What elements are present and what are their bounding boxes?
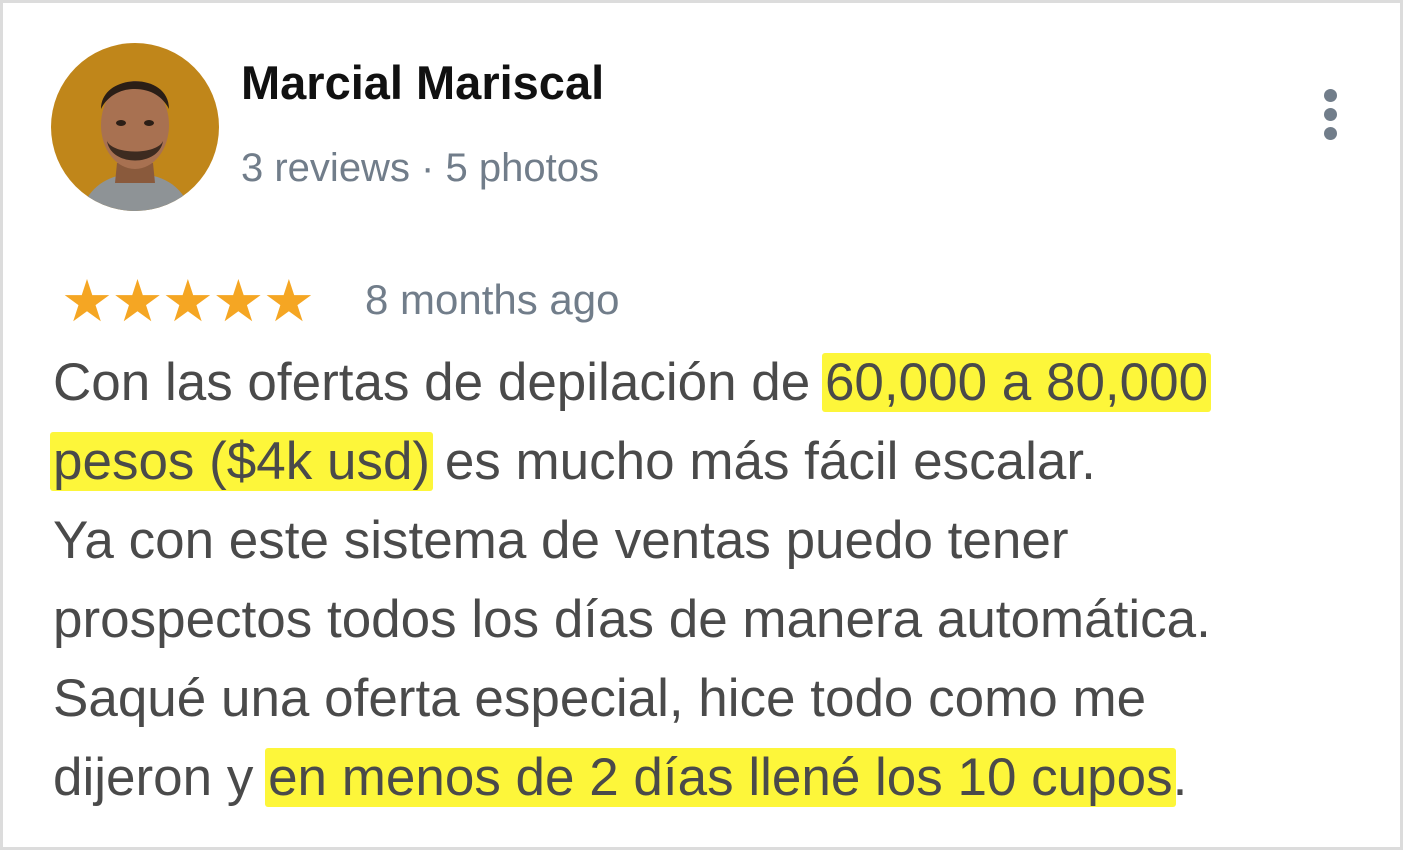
more-vertical-icon-dot xyxy=(1324,108,1337,121)
highlighted-text: 60,000 a 80,000 xyxy=(821,353,1212,412)
review-line: dijeron y en menos de 2 días llené los 1… xyxy=(53,738,1373,817)
highlighted-text: en menos de 2 días llené los 10 cupos xyxy=(265,748,1176,807)
review-text-segment: . xyxy=(1172,748,1188,807)
more-vertical-icon-dot xyxy=(1324,127,1337,140)
star-icon: ★ xyxy=(111,267,164,335)
highlighted-text: pesos ($4k usd) xyxy=(50,432,434,491)
star-icon: ★ xyxy=(161,267,214,335)
star-icon: ★ xyxy=(61,267,113,335)
review-line: Ya con este sistema de ventas puedo tene… xyxy=(53,511,1069,570)
review-text: Con las ofertas de depilación de 60,000 … xyxy=(50,343,1373,817)
review-text-segment: dijeron y xyxy=(53,748,269,807)
reviewer-meta[interactable]: 3 reviews · 5 photos xyxy=(241,148,599,188)
more-options-button[interactable] xyxy=(1310,83,1350,147)
review-time: 8 months ago xyxy=(365,276,620,323)
star-rating: ★ ★ ★ ★ ★ xyxy=(61,267,315,335)
review-text-segment: Con las ofertas de depilación de xyxy=(53,353,825,412)
avatar-photo xyxy=(51,43,219,211)
reviewer-name[interactable]: Marcial Mariscal xyxy=(241,59,604,106)
review-line: prospectos todos los días de manera auto… xyxy=(53,590,1211,649)
avatar[interactable] xyxy=(51,43,219,211)
review-line: Saqué una oferta especial, hice todo com… xyxy=(53,669,1147,728)
star-icon: ★ xyxy=(212,267,265,335)
review-text-segment: es mucho más fácil escalar. xyxy=(430,432,1096,491)
star-icon: ★ xyxy=(262,267,315,335)
review-line: pesos ($4k usd) es mucho más fácil escal… xyxy=(50,422,1373,501)
review-line: Con las ofertas de depilación de 60,000 … xyxy=(53,343,1373,422)
more-vertical-icon xyxy=(1324,89,1337,102)
stars: ★ ★ ★ ★ ★ xyxy=(61,267,315,335)
review-card: Marcial Mariscal 3 reviews · 5 photos ★ … xyxy=(0,0,1403,850)
